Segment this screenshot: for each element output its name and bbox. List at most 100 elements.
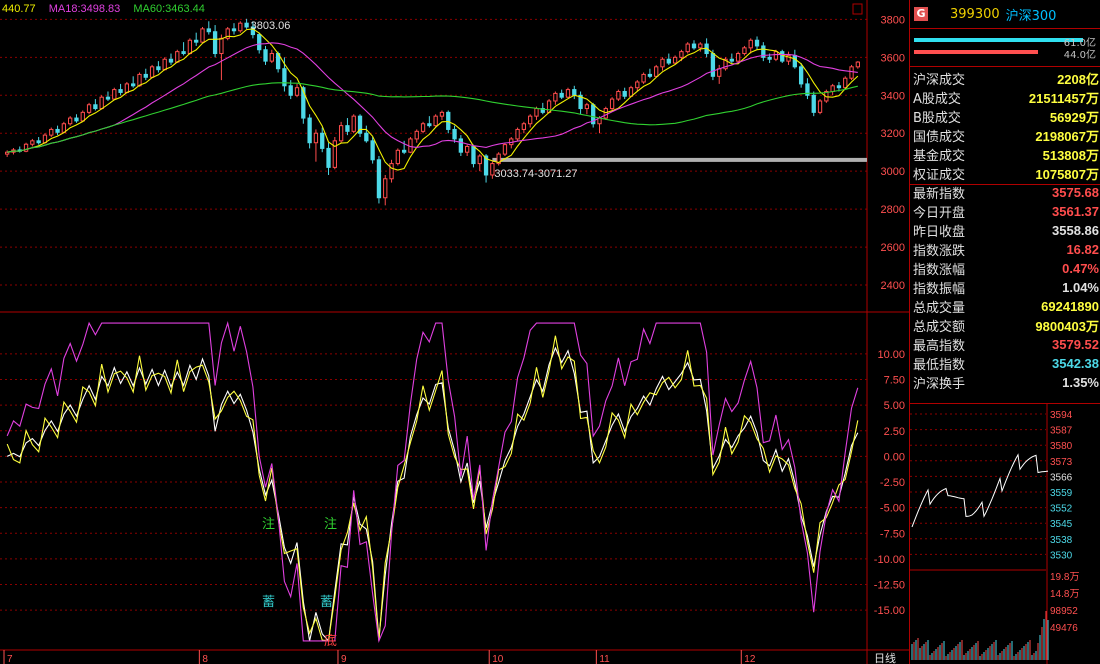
indicator-tick-label: -10.00 (874, 554, 905, 566)
candle (86, 104, 92, 113)
month-label: 7 (7, 654, 13, 664)
candle (269, 53, 274, 62)
candle (118, 89, 123, 93)
quote-rows: 沪深成交 2208亿 A股成交 21511457万 B股成交 56929万 国债成交 2198… (910, 69, 1100, 392)
price-tick-label: 2800 (881, 204, 905, 216)
candle (849, 66, 854, 79)
intraday-tick-label: 3573 (1050, 457, 1073, 468)
intraday-chart[interactable]: 3594 3587 3580 3573 3566 3559 3552 3545 3538 3530… (910, 404, 1100, 664)
volume-tick-label: 14.8万 (1050, 589, 1079, 600)
quote-row: 最高指数 3579.52 (910, 335, 1100, 354)
candle (446, 111, 451, 130)
quote-row: A股成交 21511457万 (910, 88, 1100, 107)
ma60-line (7, 82, 858, 153)
candle (231, 28, 237, 32)
quote-row: 国债成交 2198067万 (910, 126, 1100, 145)
quote-row-label: 总成交量 (913, 301, 966, 316)
price-tick-label: 3400 (881, 90, 905, 102)
quote-row: 总成交量 69241890 (910, 297, 1100, 316)
price-tick-label: 3600 (881, 52, 905, 64)
month-label: 11 (599, 654, 610, 664)
period-label: 日线 (874, 651, 896, 664)
indicator-tick-label: 0.00 (884, 451, 905, 463)
volume-tick-label: 98952 (1050, 606, 1078, 617)
symbol-name: 沪深300 (1005, 8, 1057, 24)
price-tick-label: 2400 (881, 280, 905, 292)
candle (137, 73, 142, 87)
indicator-tick-label: -15.00 (874, 605, 905, 617)
signal-marker: 蓄 (320, 595, 333, 610)
candle (162, 58, 167, 71)
ma-short-label: 440.77 (2, 3, 36, 15)
signal-marker: 底 (324, 633, 337, 649)
candle (528, 115, 533, 125)
candle (376, 159, 382, 199)
intraday-tick-label: 3580 (1050, 441, 1073, 452)
candle (389, 163, 394, 180)
volume-tick-label: 19.8万 (1050, 572, 1079, 583)
volume-bars: 61.0亿 44.0亿 (912, 34, 1098, 61)
quote-row-label: 指数振幅 (913, 282, 966, 297)
candle (572, 89, 577, 96)
candle (93, 104, 98, 110)
intraday-tick-label: 3594 (1050, 410, 1073, 421)
ma60-label: MA60:3463.44 (133, 3, 205, 15)
candle (635, 81, 640, 89)
candle (754, 39, 760, 47)
month-label: 9 (341, 654, 347, 664)
candle (99, 96, 104, 110)
candle (647, 73, 653, 77)
indicator-tick-label: -12.50 (874, 580, 905, 592)
candle (36, 140, 41, 144)
signal-marker: 蓄 (262, 595, 275, 610)
candle (603, 108, 608, 119)
candle (565, 89, 571, 98)
candle (244, 22, 249, 28)
candle (131, 83, 136, 87)
candle (672, 56, 678, 64)
candle (338, 125, 344, 142)
quote-row: 最新指数 3575.68 (910, 183, 1100, 202)
quote-row: B股成交 56929万 (910, 107, 1100, 126)
intraday-tick-label: 3552 (1050, 504, 1073, 515)
indicator-tick-label: 10.00 (877, 349, 905, 361)
indicator-tick-label: -7.50 (880, 528, 905, 540)
symbol-code: 399300 (950, 6, 1000, 22)
candle (609, 98, 615, 110)
ma-short-line (7, 28, 859, 171)
quote-row-value: 3542.38 (1052, 356, 1099, 371)
candle (710, 53, 716, 77)
candle (465, 146, 470, 153)
quote-row: 沪深换手 1.35% (910, 373, 1100, 392)
price-tick-label: 3800 (881, 14, 905, 26)
candle (830, 85, 835, 92)
indicator-tick-label: 5.00 (884, 400, 905, 412)
quote-row-value: 56929万 (1049, 110, 1099, 125)
quote-row: 指数振幅 1.04% (910, 278, 1100, 297)
candle (843, 77, 848, 89)
candle (263, 49, 268, 62)
quote-row-value: 69241890 (1041, 299, 1099, 314)
kline-chart[interactable]: 2400 2600 2800 3000 3200 3400 3600 3800 3803.06 3… (0, 0, 909, 664)
candle (773, 51, 779, 60)
quote-row-value: 513808万 (1042, 148, 1099, 163)
symbol-header[interactable]: G 399300 沪深300 (914, 6, 1057, 24)
candle (502, 144, 508, 155)
candle (729, 58, 734, 62)
candle (61, 123, 67, 133)
indicator-tick-label: -2.50 (880, 477, 905, 489)
quote-row-label: 指数涨幅 (913, 263, 966, 278)
quote-row-label: 最低指数 (913, 358, 966, 373)
sell-bar-label: 44.0亿 (1063, 50, 1096, 61)
month-label: 8 (202, 654, 208, 664)
candle (294, 87, 300, 96)
candle (811, 94, 816, 113)
quote-row-label: 总成交额 (913, 320, 966, 335)
quote-row-value: 1.04% (1062, 280, 1099, 295)
signal-marker: 注 (324, 517, 337, 532)
candle (55, 128, 60, 133)
candle (307, 117, 312, 144)
quote-row: 最低指数 3542.38 (910, 354, 1100, 373)
buy-bar: 61.0亿 (912, 34, 1098, 49)
intraday-tick-label: 3566 (1050, 472, 1073, 483)
